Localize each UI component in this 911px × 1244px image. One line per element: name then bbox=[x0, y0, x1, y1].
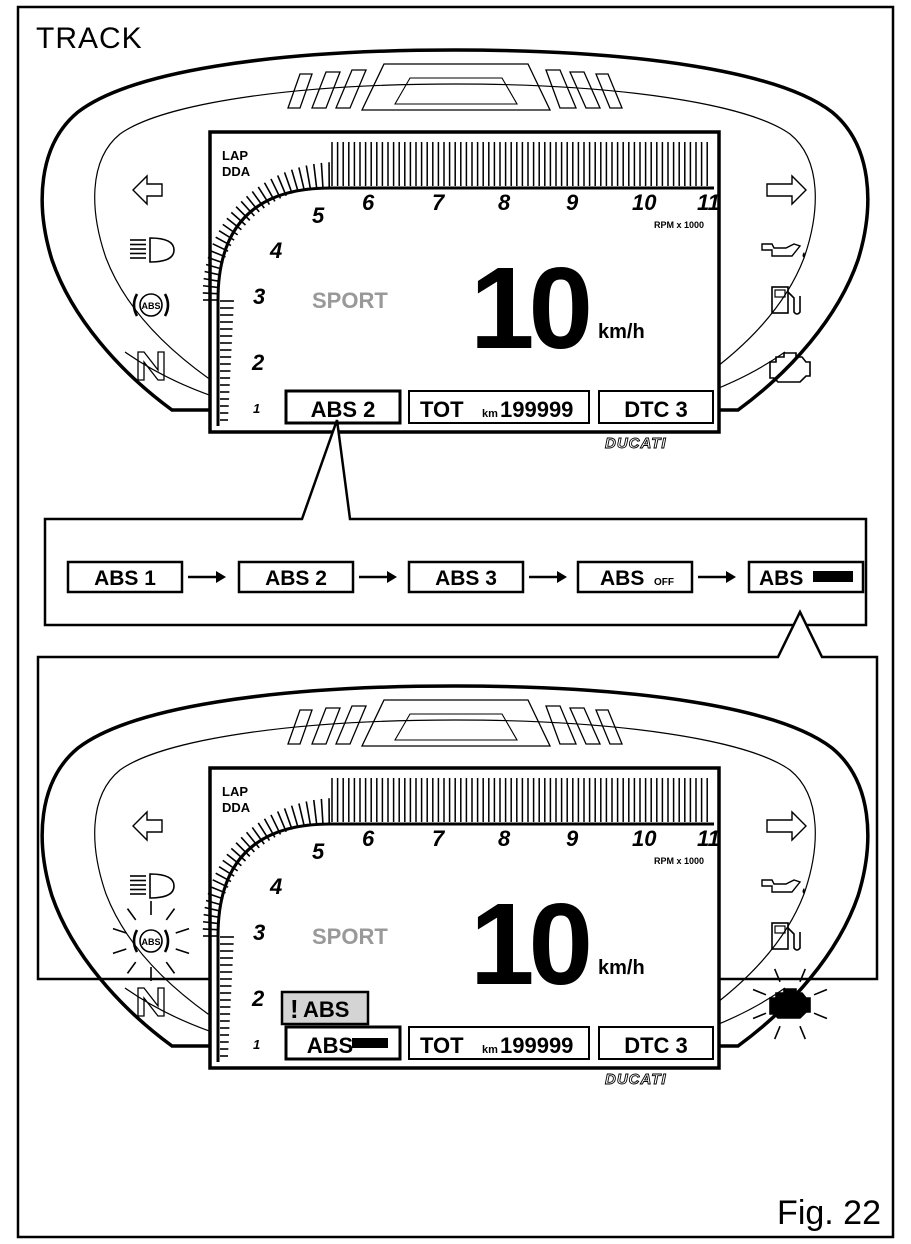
blink-ray bbox=[814, 1013, 827, 1018]
neutral-icon bbox=[138, 988, 164, 1016]
svg-text:ABS: ABS bbox=[141, 937, 160, 947]
sequence-step-label: ABS 2 bbox=[265, 567, 327, 590]
sequence-step-suffix: OFF bbox=[654, 577, 674, 588]
sequence-step-label: ABS bbox=[759, 567, 803, 590]
brand-logo: DUCATI bbox=[605, 435, 667, 452]
rpm-tick-label: 1 bbox=[253, 1037, 260, 1052]
abs-mode-label: ABS bbox=[307, 1033, 353, 1058]
turn-right-arrow-icon bbox=[767, 176, 806, 204]
abs-mode-label: ABS 2 bbox=[311, 397, 376, 422]
abs-disabled-bar bbox=[352, 1038, 388, 1048]
rpm-tick-label: 11 bbox=[697, 190, 720, 215]
rpm-tick-label: 4 bbox=[269, 874, 282, 899]
blink-ray bbox=[800, 1026, 805, 1039]
odometer-label: TOT bbox=[420, 1033, 464, 1058]
rpm-tick-label: 5 bbox=[312, 839, 325, 864]
rpm-tick-label: 2 bbox=[251, 986, 265, 1011]
odometer-label: TOT bbox=[420, 397, 464, 422]
high-beam-icon bbox=[130, 238, 174, 262]
abs-warning-icon: ABS bbox=[134, 294, 168, 316]
odometer-value: 199999 bbox=[500, 1033, 573, 1058]
dtc-label: DTC 3 bbox=[624, 397, 688, 422]
speed-unit: km/h bbox=[598, 321, 645, 343]
figure: LAPDDA1234567891011RPM x 1000SPORT10km/h… bbox=[0, 0, 911, 1239]
svg-text:ABS: ABS bbox=[141, 301, 160, 311]
oil-pressure-icon bbox=[762, 244, 805, 258]
dda-label: DDA bbox=[222, 164, 251, 179]
sequence-step-label: ABS 3 bbox=[435, 567, 497, 590]
rpm-unit-label: RPM x 1000 bbox=[654, 220, 704, 230]
rpm-tick-label: 10 bbox=[632, 826, 657, 851]
blink-ray bbox=[753, 1013, 766, 1018]
rpm-tick-label: 6 bbox=[362, 826, 375, 851]
lap-label: LAP bbox=[222, 784, 248, 799]
rpm-unit-label: RPM x 1000 bbox=[654, 856, 704, 866]
sequence-step-label: ABS bbox=[600, 567, 644, 590]
rpm-tick-label: 3 bbox=[253, 920, 265, 945]
sequence-step-label: ABS 1 bbox=[94, 567, 156, 590]
rpm-tick-label: 9 bbox=[566, 190, 579, 215]
page-title: TRACK bbox=[36, 22, 143, 56]
riding-mode: SPORT bbox=[312, 288, 388, 313]
rpm-tick-label: 10 bbox=[632, 190, 657, 215]
rpm-tick-label: 8 bbox=[498, 826, 511, 851]
rpm-tick-label: 11 bbox=[697, 826, 720, 851]
dtc-label: DTC 3 bbox=[624, 1033, 688, 1058]
rpm-tick-label: 7 bbox=[432, 190, 446, 215]
riding-mode: SPORT bbox=[312, 924, 388, 949]
rpm-tick-label: 9 bbox=[566, 826, 579, 851]
rpm-tick-label: 3 bbox=[253, 284, 265, 309]
dda-label: DDA bbox=[222, 800, 251, 815]
sequence-box bbox=[45, 420, 866, 625]
speed-unit: km/h bbox=[598, 957, 645, 979]
rpm-tick-label: 8 bbox=[498, 190, 511, 215]
warning-mark: ! bbox=[290, 994, 299, 1024]
odometer-unit: km bbox=[482, 408, 498, 420]
odometer-value: 199999 bbox=[500, 397, 573, 422]
blink-ray bbox=[814, 989, 827, 994]
speed-value: 10 bbox=[470, 243, 589, 373]
brand-logo: DUCATI bbox=[605, 1071, 667, 1088]
rpm-tick-label: 4 bbox=[269, 238, 282, 263]
rpm-tick-label: 2 bbox=[251, 350, 265, 375]
turn-left-arrow-icon bbox=[133, 176, 162, 204]
rpm-tick-label: 7 bbox=[432, 826, 446, 851]
top-dashboard: LAPDDA 1 2 34 5 6 7 8 9 10 11 RPM x 1000 SPORT 10 km/h… bbox=[42, 50, 868, 452]
blink-ray bbox=[753, 989, 766, 994]
odometer-unit: km bbox=[482, 1044, 498, 1056]
rpm-tick-label: 5 bbox=[312, 203, 325, 228]
lap-label: LAP bbox=[222, 148, 248, 163]
figure-label: Fig. 22 bbox=[777, 1194, 881, 1233]
fuel-reserve-icon bbox=[772, 287, 800, 314]
warning-text: ABS bbox=[303, 997, 349, 1022]
speed-value: 10 bbox=[470, 879, 589, 1009]
neutral-icon bbox=[138, 352, 164, 380]
rpm-tick-label: 1 bbox=[253, 401, 260, 416]
abs-disabled-bar bbox=[813, 571, 853, 582]
rpm-tick-label: 6 bbox=[362, 190, 375, 215]
blink-ray bbox=[775, 1026, 780, 1039]
